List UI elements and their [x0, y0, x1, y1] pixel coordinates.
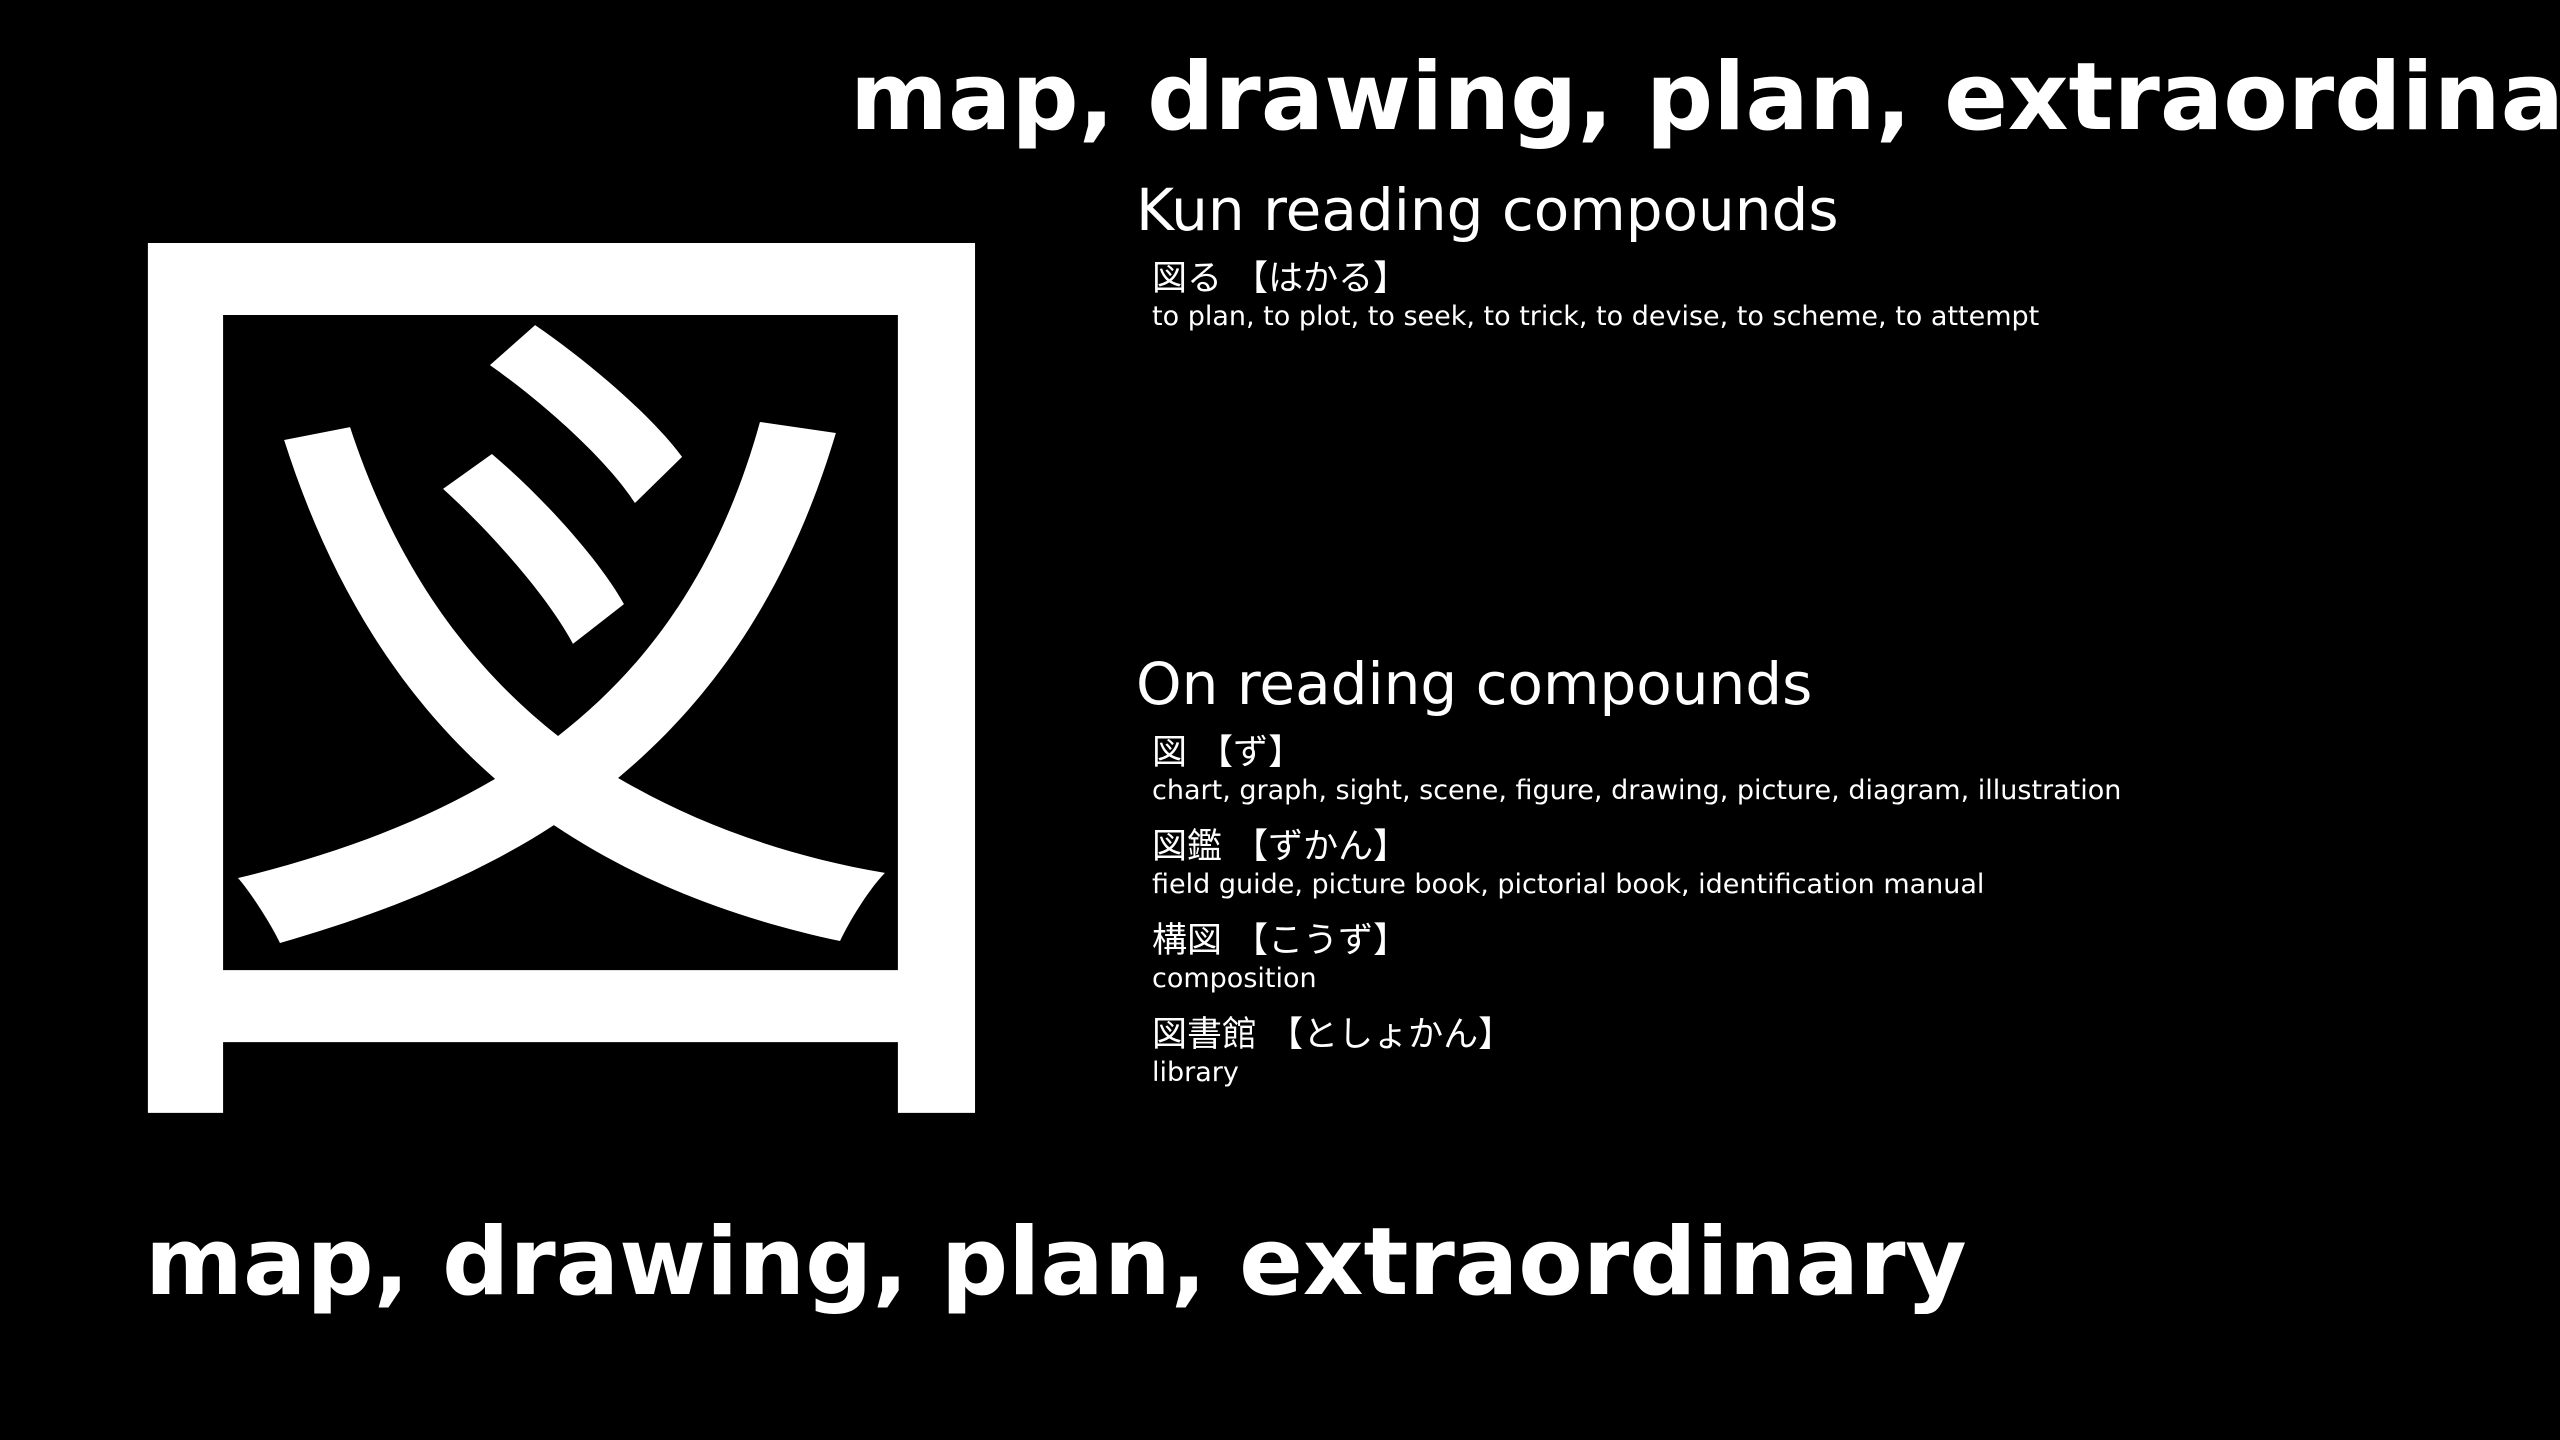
compound-gloss: field guide, picture book, pictorial boo…	[1152, 869, 1985, 900]
compound-gloss: to plan, to plot, to seek, to trick, to …	[1152, 301, 2040, 332]
compound-word: 図書館 【としょかん】	[1152, 1015, 1514, 1055]
kanji-meaning-bottom: map, drawing, plan, extraordinary	[145, 1208, 1967, 1317]
compound-word: 図鑑 【ずかん】	[1152, 827, 1409, 867]
kanji-meaning-top: map, drawing, plan, extraordinary	[850, 43, 2560, 152]
on-compound-item: 図鑑 【ずかん】 field guide, picture book, pict…	[1152, 826, 2526, 902]
compound-gloss: chart, graph, sight, scene, figure, draw…	[1152, 775, 2122, 806]
on-compound-item: 図書館 【としょかん】 library	[1152, 1014, 2526, 1090]
on-compound-item: 構図 【こうず】 composition	[1152, 920, 2526, 996]
on-compound-item: 図 【ず】 chart, graph, sight, scene, figure…	[1152, 732, 2526, 808]
kanji-character: 図	[60, 108, 1060, 1272]
compound-word: 図る 【はかる】	[1152, 259, 1409, 299]
kun-reading-section: Kun reading compounds 図る 【はかる】 to plan, …	[1136, 172, 2526, 352]
compound-word: 図 【ず】	[1152, 733, 1304, 773]
kun-compound-item: 図る 【はかる】 to plan, to plot, to seek, to t…	[1152, 258, 2526, 334]
on-reading-heading: On reading compounds	[1136, 650, 1813, 718]
on-reading-section: On reading compounds 図 【ず】 chart, graph,…	[1136, 646, 2526, 1108]
compound-gloss: composition	[1152, 963, 1317, 994]
compound-word: 構図 【こうず】	[1152, 921, 1409, 961]
compound-gloss: library	[1152, 1057, 1239, 1088]
kun-reading-heading: Kun reading compounds	[1136, 176, 1839, 244]
